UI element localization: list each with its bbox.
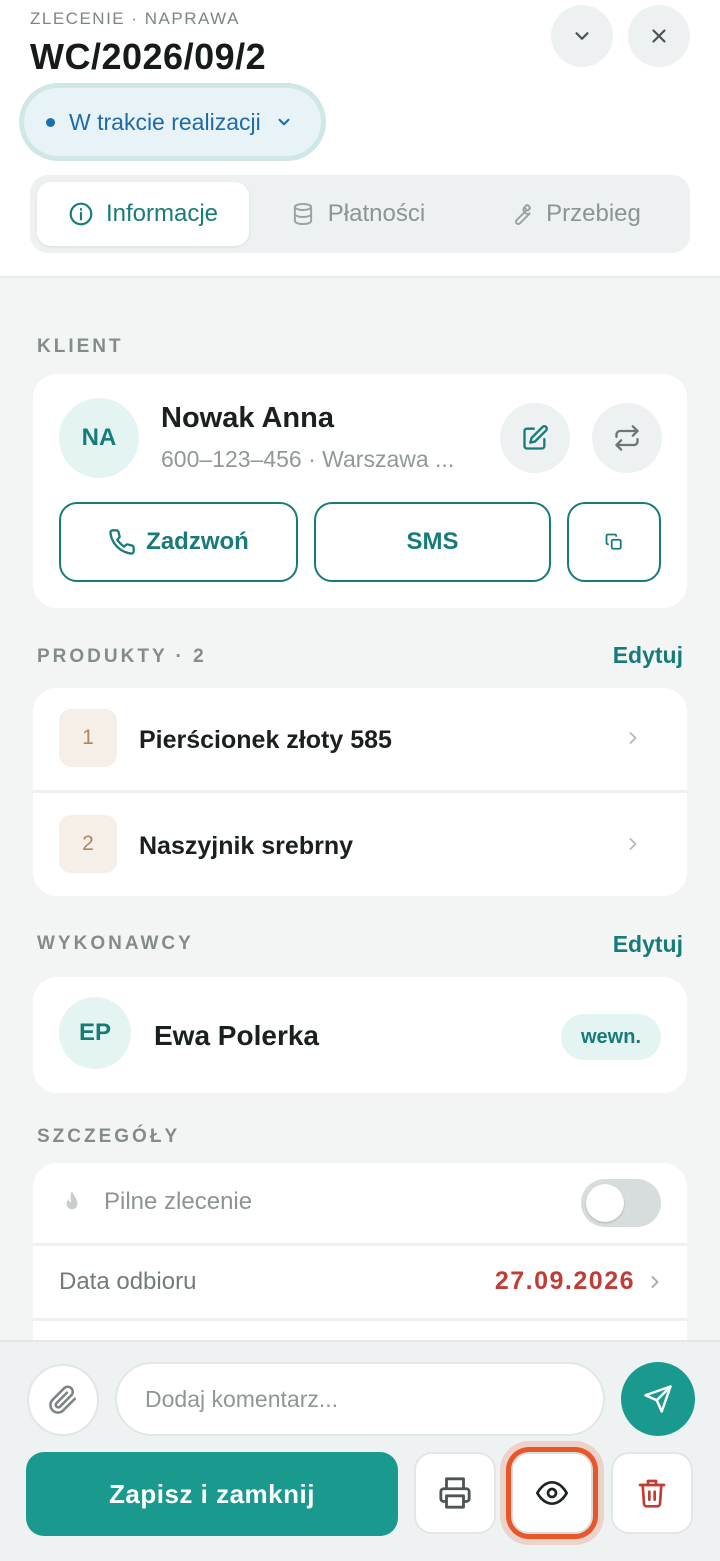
chevron-right-icon [629, 838, 637, 850]
order-number: WC/2026/09/2 [30, 36, 267, 77]
chevron-down-icon [278, 118, 290, 126]
pickup-date-row[interactable]: Data odbioru 27.09.2026 [33, 1246, 687, 1326]
copy-button[interactable] [567, 502, 661, 582]
product-name: Naszyjnik srebrny [139, 832, 353, 860]
edit-contractors-link[interactable]: Edytuj [613, 931, 683, 958]
call-button[interactable]: Zadzwoń [59, 502, 298, 582]
flame-icon [66, 1191, 78, 1210]
printer-icon [439, 1477, 471, 1509]
details-card: Pilne zlecenie Data odbioru 27.09.2026 [33, 1163, 687, 1363]
tab-platnosci[interactable]: Płatności [249, 182, 466, 246]
client-card: NA Nowak Anna 600–123–456 · Warszawa ...… [33, 374, 687, 608]
attach-button[interactable] [27, 1364, 99, 1436]
copy-icon [605, 533, 622, 550]
sms-label: SMS [406, 528, 459, 555]
urgent-row: Pilne zlecenie [33, 1163, 687, 1243]
trash-icon [638, 1479, 666, 1508]
toggle-knob [586, 1184, 624, 1222]
tab-label: Przebieg [546, 200, 641, 227]
chevron-right-icon [629, 732, 637, 744]
pickup-date-label: Data odbioru [59, 1268, 197, 1295]
comment-input[interactable] [115, 1362, 605, 1436]
collapse-button[interactable] [551, 5, 613, 67]
section-label-produkty: PRODUKTY · 2 [37, 646, 207, 667]
info-icon [69, 202, 93, 226]
phone-icon [109, 529, 136, 555]
chevron-down-icon [575, 32, 589, 40]
preview-button[interactable] [511, 1452, 593, 1534]
tab-label: Informacje [105, 200, 219, 227]
print-button[interactable] [414, 1452, 496, 1534]
product-number-badge: 1 [59, 709, 117, 767]
tab-label: Płatności [327, 200, 426, 227]
status-dot [46, 117, 55, 127]
swap-client-button[interactable] [592, 403, 662, 473]
list-item[interactable]: 1 Pierścionek złoty 585 [33, 688, 687, 791]
save-and-close-button[interactable]: Zapisz i zamknij [26, 1452, 398, 1536]
list-item[interactable]: 2 Naszyjnik srebrny [33, 793, 687, 896]
delete-button[interactable] [611, 1452, 693, 1534]
avatar: EP [59, 997, 131, 1069]
divider [33, 1318, 687, 1321]
product-name: Pierścionek złoty 585 [139, 726, 392, 754]
status-label: W trakcie realizacji [69, 108, 261, 135]
product-number-badge: 2 [59, 815, 117, 873]
close-button[interactable] [628, 5, 690, 67]
section-label-szczegoly: SZCZEGÓŁY [37, 1126, 181, 1147]
tab-bar: Informacje Płatności Przebieg [30, 175, 690, 253]
products-card: 1 Pierścionek złoty 585 2 Naszyjnik sreb… [33, 688, 687, 896]
contractor-card[interactable]: EP Ewa Polerka wewn. [33, 977, 687, 1093]
contractor-name: Ewa Polerka [154, 1020, 319, 1051]
status-dropdown[interactable]: W trakcie realizacji [24, 88, 321, 156]
send-icon [644, 1385, 672, 1413]
client-name: Nowak Anna [161, 402, 334, 434]
urgent-label: Pilne zlecenie [104, 1188, 253, 1215]
tab-informacje[interactable]: Informacje [37, 182, 249, 246]
section-label-klient: KLIENT [37, 336, 124, 357]
swap-icon [615, 425, 639, 451]
sms-button[interactable]: SMS [314, 502, 551, 582]
client-phone-city: 600–123–456 · Warszawa ... [161, 446, 455, 472]
urgent-toggle[interactable] [581, 1179, 661, 1227]
paperclip-icon [49, 1385, 76, 1414]
eye-icon [536, 1481, 568, 1505]
tab-przebieg[interactable]: Przebieg [466, 182, 683, 246]
call-label: Zadzwoń [146, 528, 249, 555]
section-label-wykonawcy: WYKONAWCY [37, 933, 194, 954]
chevron-right-icon [651, 1276, 659, 1288]
send-button[interactable] [621, 1362, 695, 1436]
close-icon [652, 29, 666, 43]
avatar: NA [59, 398, 139, 478]
edit-products-link[interactable]: Edytuj [613, 642, 683, 669]
order-kicker: ZLECENIE · NAPRAWA [30, 9, 240, 28]
wrench-icon [515, 204, 532, 225]
edit-client-button[interactable] [500, 403, 570, 473]
database-icon [293, 202, 312, 226]
pickup-date-value: 27.09.2026 [494, 1267, 635, 1295]
order-header: ZLECENIE · NAPRAWA WC/2026/09/2 W trakci… [0, 0, 720, 278]
status-badge: wewn. [560, 1014, 661, 1060]
edit-icon [523, 425, 548, 450]
